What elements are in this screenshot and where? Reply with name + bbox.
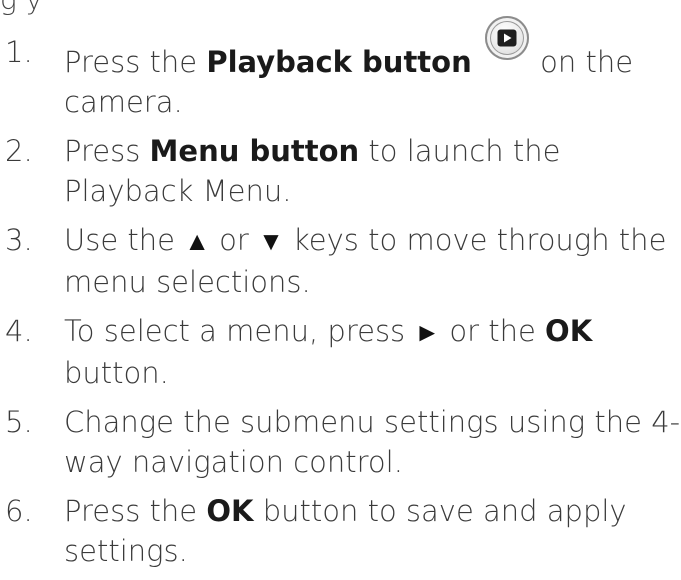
step-text: Press <box>64 134 150 168</box>
step-number: 6. <box>5 494 33 528</box>
step-1: 1. Press the Playback button on the came… <box>0 16 681 122</box>
step-bold-text: Menu button <box>149 134 360 168</box>
step-3: 3. Use the ▲ or ▼ keys to move through t… <box>0 220 681 302</box>
step-6: 6. Press the OK button to save and apply… <box>0 491 681 571</box>
step-text: Press the <box>64 494 207 528</box>
step-number: 2. <box>5 134 33 168</box>
step-number: 1. <box>5 35 33 69</box>
step-bold-text: Playback button <box>206 45 472 79</box>
cut-off-heading-fragment: g y <box>0 0 42 14</box>
down-arrow-icon: ▼ <box>258 227 284 257</box>
step-text: on the <box>530 45 634 79</box>
step-number: 5. <box>5 405 33 439</box>
up-arrow-icon: ▲ <box>184 227 210 257</box>
right-arrow-icon: ► <box>414 318 441 348</box>
step-number: 3. <box>5 223 33 257</box>
step-text: or <box>209 223 259 257</box>
playback-button-icon <box>484 16 529 60</box>
step-text: Change the submenu settings using the 4-… <box>64 405 681 479</box>
step-number: 4. <box>5 314 33 348</box>
step-text: Press the <box>64 45 207 79</box>
step-bold-text: OK <box>206 494 254 528</box>
step-text: Use the <box>64 223 185 257</box>
step-text: or the <box>440 314 546 348</box>
step-text: camera. <box>64 85 183 119</box>
step-text: To select a menu, press <box>64 314 415 348</box>
step-text: button. <box>64 356 169 390</box>
step-bold-text: OK <box>545 314 593 348</box>
step-4: 4. To select a menu, press ► or the OK b… <box>0 311 681 393</box>
step-5: 5. Change the submenu settings using the… <box>0 402 681 482</box>
step-2: 2. Press Menu button to launch the Playb… <box>0 131 681 211</box>
instruction-steps-list: 1. Press the Playback button on the came… <box>0 16 681 580</box>
